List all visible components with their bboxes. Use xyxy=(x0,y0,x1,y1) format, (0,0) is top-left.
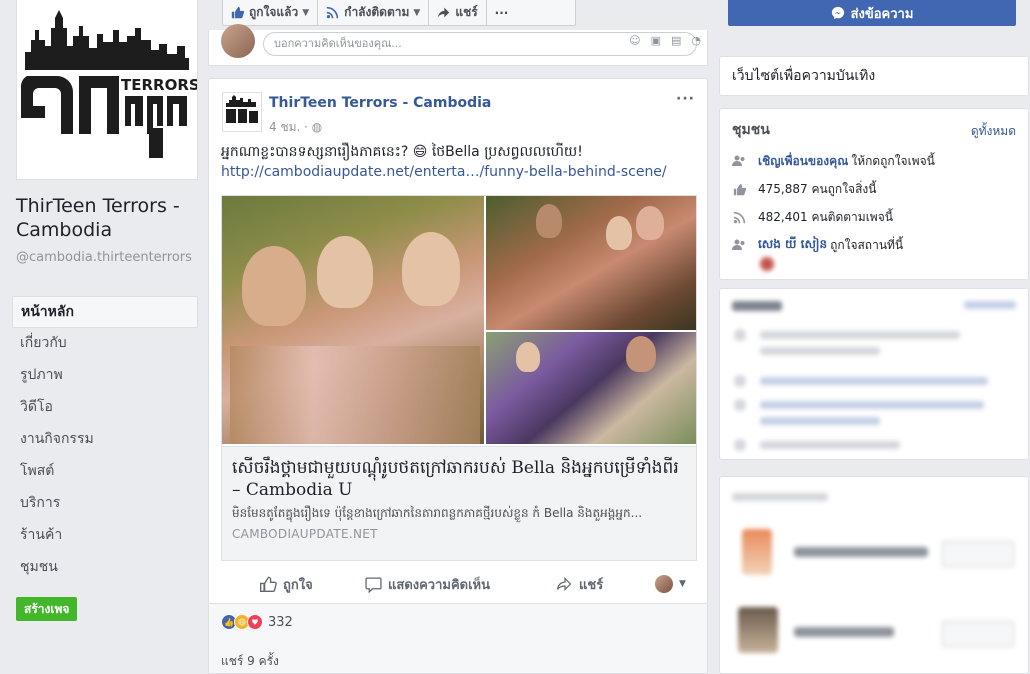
nav-item-services[interactable]: บริการ xyxy=(12,488,198,520)
love-reaction-icon: ♥ xyxy=(247,614,263,630)
previous-post-comment-box: บอกความคิดเห็นของคุณ... ☺ ▣ ▤ ◔ xyxy=(208,24,708,66)
share-label: แชร์ xyxy=(455,5,478,19)
chevron-down-icon: ▼ xyxy=(302,7,310,18)
likes-count: 475,887 คนถูกใจสิ่งนี้ xyxy=(758,181,877,196)
link-preview-text: សើចរឹងថ្គាមជាមួយបណ្ដុំរូបថតក្រៅឆាករបស់ B… xyxy=(222,446,696,560)
thumbs-up-icon xyxy=(231,6,244,19)
comment-bubble-icon xyxy=(365,576,382,593)
page-handle: @cambodia.thirteenterrors xyxy=(16,250,192,265)
like-label: ถูกใจ xyxy=(283,577,313,593)
rss-icon xyxy=(732,210,746,224)
invite-friends-text: ให้กดถูกใจเพจนี้ xyxy=(851,153,935,168)
post-action-bar: ถูกใจ แสดงความคิดเห็น แชร์ ▼ xyxy=(209,569,707,599)
post-reactions-bar: 👍 😆 ♥ 332 แชร์ 9 ครั้ง xyxy=(208,604,708,674)
liked-label: ถูกใจแล้ว xyxy=(249,5,299,19)
people-icon xyxy=(732,238,746,252)
nav-item-about[interactable]: เกี่ยวกับ xyxy=(12,328,198,360)
comment-post-button[interactable]: แสดงความคิดเห็น xyxy=(365,574,490,595)
post-card: ThirTeen Terrors - Cambodia 4 ชม. · ◍ ··… xyxy=(208,78,708,604)
nav-item-posts[interactable]: โพสต์ xyxy=(12,456,198,488)
page-nav: หน้าหลัก เกี่ยวกับ รูปภาพ วิดีโอ งานกิจก… xyxy=(12,296,198,584)
following-button[interactable]: กำลังติดตาม ▼ xyxy=(318,0,430,25)
friend-avatars xyxy=(760,257,774,271)
nav-item-events[interactable]: งานกิจกรรม xyxy=(12,424,198,456)
post-timestamp[interactable]: 4 ชม. · ◍ xyxy=(269,118,322,137)
avatar xyxy=(221,24,255,58)
link-preview-image-bottom-right xyxy=(486,332,696,444)
following-label: กำลังติดตาม xyxy=(344,5,410,19)
friend-name-link[interactable]: សេង យី សៀន xyxy=(758,236,827,254)
share-post-button[interactable]: แชร์ xyxy=(555,574,603,595)
more-options-button[interactable]: ··· xyxy=(487,0,517,25)
people-icon xyxy=(732,154,746,168)
sticker-icon[interactable]: ◔ xyxy=(691,34,701,47)
rss-icon xyxy=(326,6,339,19)
send-message-label: ส่งข้อความ xyxy=(850,6,914,22)
link-preview-domain: CAMBODIAUPDATE.NET xyxy=(232,527,378,541)
avatar xyxy=(655,575,673,593)
emoji-icon[interactable]: ☺ xyxy=(629,34,640,47)
community-title: ชุมชน xyxy=(732,122,770,138)
link-preview-description: មិនមែនតូតែគ្នុងរឿងទេ ប៉ុន្តែខាងក្រៅឆាកនៃ… xyxy=(232,506,643,520)
comment-input-icons: ☺ ▣ ▤ ◔ xyxy=(629,34,701,47)
page-profile-picture[interactable]: TERRORS xyxy=(16,0,200,180)
send-message-button[interactable]: ส่งข้อความ xyxy=(728,0,1016,26)
reaction-summary[interactable]: 👍 😆 ♥ 332 xyxy=(221,614,293,630)
community-box: ชุมชน ดูทั้งหมด เชิญเพื่อนของคุณ ให้กดถูก… xyxy=(719,108,1029,280)
invite-friends-link[interactable]: เชิญเพื่อนของคุณ xyxy=(758,152,848,171)
follows-count: 482,401 คนติดตามเพจนี้ xyxy=(758,209,893,224)
messenger-icon xyxy=(831,6,844,20)
page-sidebar: TERRORS ThirTeen Terrors - Cambodia @cam… xyxy=(0,0,208,674)
page-action-bar: ถูกใจแล้ว ▼ กำลังติดตาม ▼ แชร์ ··· xyxy=(222,0,576,26)
share-page-button[interactable]: แชร์ xyxy=(429,0,487,25)
invite-friends-row: เชิญเพื่อนของคุณ ให้กดถูกใจเพจนี้ xyxy=(732,151,935,171)
create-page-button[interactable]: สร้างเพจ xyxy=(16,597,78,621)
follows-row: 482,401 คนติดตามเพจนี้ xyxy=(732,207,893,227)
post-link[interactable]: http://cambodiaupdate.net/enterta…/funny… xyxy=(221,164,667,180)
nav-item-shop[interactable]: ร้านค้า xyxy=(12,520,198,552)
thumbs-up-icon xyxy=(732,182,746,196)
link-preview-title: សើចរឹងថ្គាមជាមួយបណ្ដុំរូបថតក្រៅឆាករបស់ B… xyxy=(232,458,679,500)
like-post-button[interactable]: ถูกใจ xyxy=(259,574,313,595)
nav-item-community[interactable]: ชุมชน xyxy=(12,552,198,584)
related-pages-box xyxy=(719,476,1029,674)
share-arrow-icon xyxy=(438,7,450,18)
likes-row: 475,887 คนถูกใจสิ่งนี้ xyxy=(732,179,876,199)
reaction-count: 332 xyxy=(268,614,293,630)
post-text: អ្នកណាខ្លះបានទស្សនារឿងភាគនេះ? 😄 ថៃBella … xyxy=(221,144,583,160)
liked-button[interactable]: ถูกใจแล้ว ▼ xyxy=(223,0,319,25)
link-preview-card[interactable]: សើចរឹងថ្គាមជាមួយបណ្ដុំរូបថតក្រៅឆាករបស់ B… xyxy=(221,195,697,561)
post-options-icon[interactable]: ··· xyxy=(676,91,695,107)
nav-item-videos[interactable]: วิดีโอ xyxy=(12,392,198,424)
nav-item-photos[interactable]: รูปภาพ xyxy=(12,360,198,392)
link-preview-image-main xyxy=(222,196,484,444)
post-author-avatar[interactable] xyxy=(222,92,262,132)
gif-icon[interactable]: ▤ xyxy=(671,34,681,47)
chevron-down-icon: ▼ xyxy=(679,579,686,589)
thirteen-terrors-logo xyxy=(226,95,258,123)
globe-icon: ◍ xyxy=(311,120,323,134)
post-time: 4 ชม. · xyxy=(269,120,312,134)
link-preview-image-top-right xyxy=(486,196,696,330)
comment-label: แสดงความคิดเห็น xyxy=(388,577,491,593)
post-author-name[interactable]: ThirTeen Terrors - Cambodia xyxy=(269,95,491,111)
thumbs-up-icon xyxy=(260,576,277,592)
chevron-down-icon: ▼ xyxy=(413,7,421,18)
about-box xyxy=(719,288,1029,460)
friend-like-row: សេង យី សៀន ถูกใจสถานที่นี้ xyxy=(732,235,903,255)
friend-like-text: ถูกใจสถานที่นี้ xyxy=(830,237,904,252)
camera-icon[interactable]: ▣ xyxy=(651,34,661,47)
nav-item-home[interactable]: หน้าหลัก xyxy=(12,296,198,328)
community-see-all-link[interactable]: ดูทั้งหมด xyxy=(971,122,1016,141)
share-arrow-icon xyxy=(556,577,572,591)
share-count[interactable]: แชร์ 9 ครั้ง xyxy=(221,652,279,671)
logo-text: TERRORS xyxy=(121,76,197,94)
page-category[interactable]: เว็บไซต์เพื่อความบันเทิง xyxy=(719,56,1029,96)
share-post-label: แชร์ xyxy=(579,577,604,593)
page-name[interactable]: ThirTeen Terrors - Cambodia xyxy=(16,194,206,242)
thirteen-terrors-logo: TERRORS xyxy=(20,10,200,158)
avatar xyxy=(760,257,774,271)
post-as-selector[interactable]: ▼ xyxy=(655,575,686,593)
